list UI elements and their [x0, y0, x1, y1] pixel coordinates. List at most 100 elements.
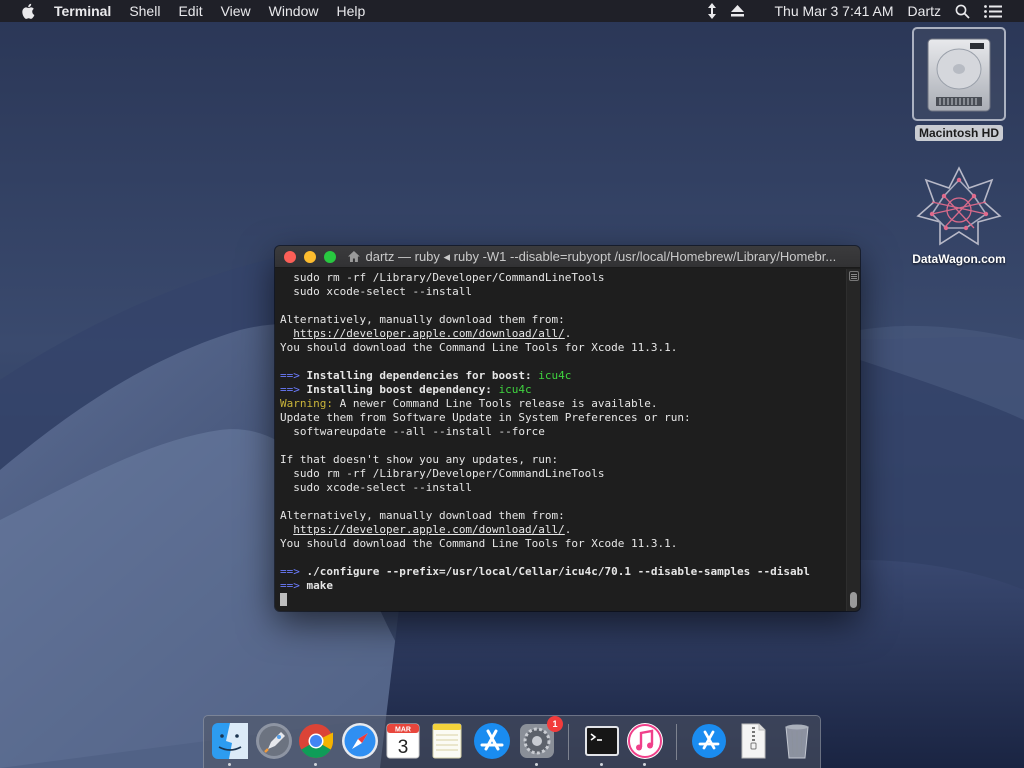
menu-shell[interactable]: Shell — [129, 0, 160, 22]
notes-icon — [432, 723, 462, 759]
terminal-window[interactable]: dartz — ruby ◂ ruby -W1 --disable=rubyop… — [275, 246, 860, 611]
terminal-text: sudo rm -rf /Library/Developer/CommandLi… — [280, 467, 605, 480]
apple-menu-icon[interactable] — [20, 2, 38, 20]
terminal-text: sudo xcode-select --install — [280, 285, 473, 298]
dock-item-finder[interactable] — [210, 721, 250, 761]
close-button[interactable] — [284, 250, 296, 263]
terminal-text: Update them from Software Update in Syst… — [280, 411, 691, 424]
launchpad-icon — [256, 723, 292, 759]
dock-item-terminal[interactable] — [582, 721, 622, 761]
terminal-line: Alternatively, manually download them fr… — [280, 509, 846, 523]
menu-window[interactable]: Window — [269, 0, 319, 22]
menu-clock[interactable]: Thu Mar 3 7:41 AM — [774, 0, 893, 22]
terminal-text: Warning: — [280, 397, 333, 410]
chrome-icon — [299, 724, 333, 758]
terminal-line: Warning: A newer Command Line Tools rele… — [280, 397, 846, 411]
window-title: dartz — ruby ◂ ruby -W1 --disable=rubyop… — [365, 248, 837, 264]
running-indicator — [535, 763, 538, 766]
desktop-icon-datawagon[interactable]: DataWagon.com — [898, 166, 1020, 266]
terminal-text: icu4c — [498, 383, 532, 396]
scrollbar-menu-button[interactable] — [849, 271, 859, 281]
terminal-text: make — [299, 579, 333, 592]
terminal-line: sudo xcode-select --install — [280, 285, 846, 299]
zip-file-icon — [741, 723, 766, 759]
terminal-text: . — [564, 523, 572, 536]
zoom-button[interactable] — [323, 250, 336, 263]
terminal-text: Installing boost dependency: — [299, 383, 499, 396]
scroll-arrows-icon[interactable] — [707, 3, 717, 19]
running-indicator — [643, 763, 646, 766]
downloads-icon — [692, 724, 726, 758]
dock-item-chrome[interactable] — [296, 721, 336, 761]
running-indicator — [314, 763, 317, 766]
hard-drive-icon — [927, 38, 991, 112]
terminal-text: You should download the Command Line Too… — [280, 341, 678, 354]
terminal-text: sudo rm -rf /Library/Developer/CommandLi… — [280, 271, 605, 284]
terminal-line: ==> make — [280, 579, 846, 593]
app-store-icon — [474, 723, 510, 759]
terminal-line: https://developer.apple.com/download/all… — [280, 327, 846, 341]
calendar-day: 3 — [398, 737, 409, 758]
terminal-text: If that doesn't show you any updates, ru… — [280, 453, 559, 466]
desktop-icon-label: Macintosh HD — [914, 125, 1003, 141]
desktop-icon-label: DataWagon.com — [912, 252, 1006, 266]
hard-drive-icon-frame — [912, 27, 1006, 121]
spotlight-search-icon[interactable] — [955, 4, 970, 19]
menu-edit[interactable]: Edit — [178, 0, 202, 22]
terminal-text: Alternatively, manually download them fr… — [280, 313, 565, 326]
menu-user[interactable]: Dartz — [908, 0, 941, 22]
menu-help[interactable]: Help — [336, 0, 365, 22]
menu-view[interactable]: View — [221, 0, 251, 22]
terminal-line: sudo rm -rf /Library/Developer/CommandLi… — [280, 467, 846, 481]
terminal-output[interactable]: sudo rm -rf /Library/Developer/CommandLi… — [275, 269, 846, 611]
terminal-text: ==> — [280, 579, 300, 592]
dock-item-itunes[interactable] — [625, 721, 665, 761]
eject-icon[interactable] — [731, 5, 745, 17]
terminal-line: https://developer.apple.com/download/all… — [280, 523, 846, 537]
terminal-text: ==> — [280, 565, 300, 578]
dock-item-notes[interactable] — [427, 721, 467, 761]
dock-item-safari[interactable] — [340, 721, 380, 761]
terminal-link[interactable]: https://developer.apple.com/download/all… — [293, 327, 565, 340]
dock-separator — [568, 724, 569, 760]
terminal-line: Update them from Software Update in Syst… — [280, 411, 846, 425]
dock-item-calendar[interactable]: MAR 3 — [383, 721, 423, 761]
terminal-line: ==> Installing dependencies for boost: i… — [280, 369, 846, 383]
desktop-icon-macintosh-hd[interactable]: Macintosh HD — [912, 27, 1006, 142]
terminal-line: sudo rm -rf /Library/Developer/CommandLi… — [280, 271, 846, 285]
terminal-icon — [585, 726, 619, 756]
terminal-text: You should download the Command Line Too… — [280, 537, 678, 550]
terminal-link[interactable]: https://developer.apple.com/download/all… — [293, 523, 565, 536]
minimize-button[interactable] — [303, 250, 316, 263]
terminal-text: softwareupdate --all --install --force — [280, 425, 545, 438]
itunes-icon — [627, 723, 663, 759]
dock-item-trash[interactable] — [777, 721, 817, 761]
terminal-line: ==> Installing boost dependency: icu4c — [280, 383, 846, 397]
menu-app-terminal[interactable]: Terminal — [54, 0, 111, 22]
terminal-text: A newer Command Line Tools release is av… — [332, 397, 658, 410]
menu-extras: Thu Mar 3 7:41 AM Dartz — [707, 0, 1024, 22]
terminal-cursor-line — [280, 593, 846, 607]
text-cursor — [280, 593, 287, 606]
terminal-line: You should download the Command Line Too… — [280, 341, 846, 355]
terminal-text: ==> — [280, 369, 300, 382]
dock-item-app-store[interactable] — [472, 721, 512, 761]
terminal-line: sudo xcode-select --install — [280, 481, 846, 495]
dock-item-zip-file[interactable] — [733, 721, 773, 761]
finder-icon — [212, 723, 248, 759]
menu-bar: Terminal Shell Edit View Window Help Thu… — [0, 0, 1024, 22]
dock-item-launchpad[interactable] — [254, 721, 294, 761]
notification-center-icon[interactable] — [984, 4, 1002, 18]
dock-item-system-preferences[interactable]: 1 — [517, 716, 563, 761]
dock-item-downloads[interactable] — [689, 721, 729, 761]
terminal-titlebar[interactable]: dartz — ruby ◂ ruby -W1 --disable=rubyop… — [275, 246, 860, 268]
running-indicator — [228, 763, 231, 766]
scrollbar-thumb[interactable] — [850, 592, 857, 608]
scrollbar[interactable] — [846, 269, 860, 611]
notification-badge: 1 — [547, 716, 563, 732]
terminal-line: ==> ./configure --prefix=/usr/local/Cell… — [280, 565, 846, 579]
